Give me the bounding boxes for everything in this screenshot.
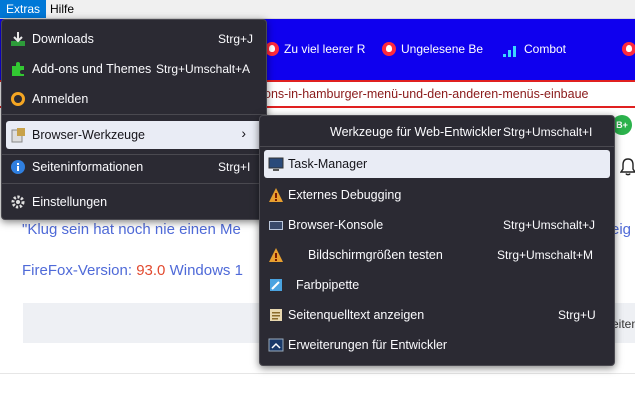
eyedropper-icon bbox=[270, 279, 282, 291]
menu-item-downloads[interactable]: Downloads Strg+J bbox=[6, 26, 262, 52]
info-icon bbox=[11, 160, 25, 174]
firefox-bookmark-icon bbox=[382, 42, 396, 56]
browser-tools-menu: Werkzeuge für Web-Entwickler Strg+Umscha… bbox=[259, 115, 615, 366]
source-icon bbox=[270, 309, 282, 321]
chevron-right-icon: › bbox=[241, 125, 246, 141]
menubar: Extras Hilfe bbox=[0, 0, 635, 19]
account-icon bbox=[11, 92, 25, 106]
menu-item-farbpipette[interactable]: Farbpipette bbox=[264, 272, 610, 298]
menu-item-erweiterungen-entwickler[interactable]: Erweiterungen für Entwickler bbox=[264, 332, 610, 358]
menu-item-seitenquelltext[interactable]: Seitenquelltext anzeigen Strg+U bbox=[264, 302, 610, 328]
menu-item-browser-werkzeuge[interactable]: Browser-Werkzeuge › bbox=[6, 121, 262, 149]
menu-item-externes-debugging[interactable]: Externes Debugging bbox=[264, 182, 610, 208]
firefox-version-number: 93.0 bbox=[136, 262, 166, 279]
puzzle-icon bbox=[12, 62, 24, 76]
toolbox-icon bbox=[11, 128, 25, 143]
bookmark-item[interactable] bbox=[622, 41, 635, 57]
menu-item-addons[interactable]: Add-ons und Themes Strg+Umschalt+A bbox=[6, 56, 262, 82]
menu-hilfe[interactable]: Hilfe bbox=[44, 0, 80, 18]
addon-badge[interactable]: B+ bbox=[612, 115, 632, 135]
extras-menu: Downloads Strg+J Add-ons und Themes Strg… bbox=[1, 19, 267, 220]
bookmark-item[interactable]: Ungelesene Be bbox=[382, 41, 494, 57]
bookmark-item[interactable]: Zu viel leerer R bbox=[265, 41, 375, 57]
extension-dev-icon bbox=[268, 338, 284, 352]
divider bbox=[0, 373, 635, 374]
menu-item-task-manager[interactable]: Task-Manager bbox=[264, 150, 610, 178]
gear-icon bbox=[11, 195, 25, 209]
console-icon bbox=[269, 221, 283, 230]
url-text: ons-in-hamburger-menü-und-den-anderen-me… bbox=[264, 87, 589, 101]
menu-separator bbox=[2, 183, 266, 184]
quote-text: "Klug sein hat noch nie einen Me bbox=[22, 221, 241, 238]
warning-icon bbox=[269, 248, 283, 262]
firefox-bookmark-icon bbox=[265, 42, 279, 56]
menu-extras[interactable]: Extras bbox=[0, 0, 47, 18]
info-box-text: eiten bbox=[612, 317, 635, 331]
menu-item-bildschirmgroessen[interactable]: Bildschirmgrößen testen Strg+Umschalt+M bbox=[264, 242, 610, 268]
menu-item-webdev-tools[interactable]: Werkzeuge für Web-Entwickler Strg+Umscha… bbox=[264, 119, 610, 145]
menu-item-anmelden[interactable]: Anmelden bbox=[6, 86, 262, 112]
firefox-version-line: FireFox-Version: 93.0 Windows 1 bbox=[22, 262, 243, 279]
download-icon bbox=[11, 32, 25, 46]
bell-icon[interactable] bbox=[620, 158, 635, 176]
firefox-bookmark-icon bbox=[622, 42, 635, 56]
menu-separator bbox=[260, 146, 614, 147]
bookmark-item[interactable]: Combot bbox=[503, 41, 593, 57]
menu-separator bbox=[2, 114, 266, 115]
bar-chart-icon bbox=[503, 44, 518, 57]
monitor-icon bbox=[268, 157, 284, 171]
menu-item-einstellungen[interactable]: Einstellungen bbox=[6, 189, 262, 215]
warning-icon bbox=[269, 188, 283, 202]
menu-item-browser-konsole[interactable]: Browser-Konsole Strg+Umschalt+J bbox=[264, 212, 610, 238]
menu-item-seiteninformationen[interactable]: Seiteninformationen Strg+I bbox=[6, 154, 262, 180]
